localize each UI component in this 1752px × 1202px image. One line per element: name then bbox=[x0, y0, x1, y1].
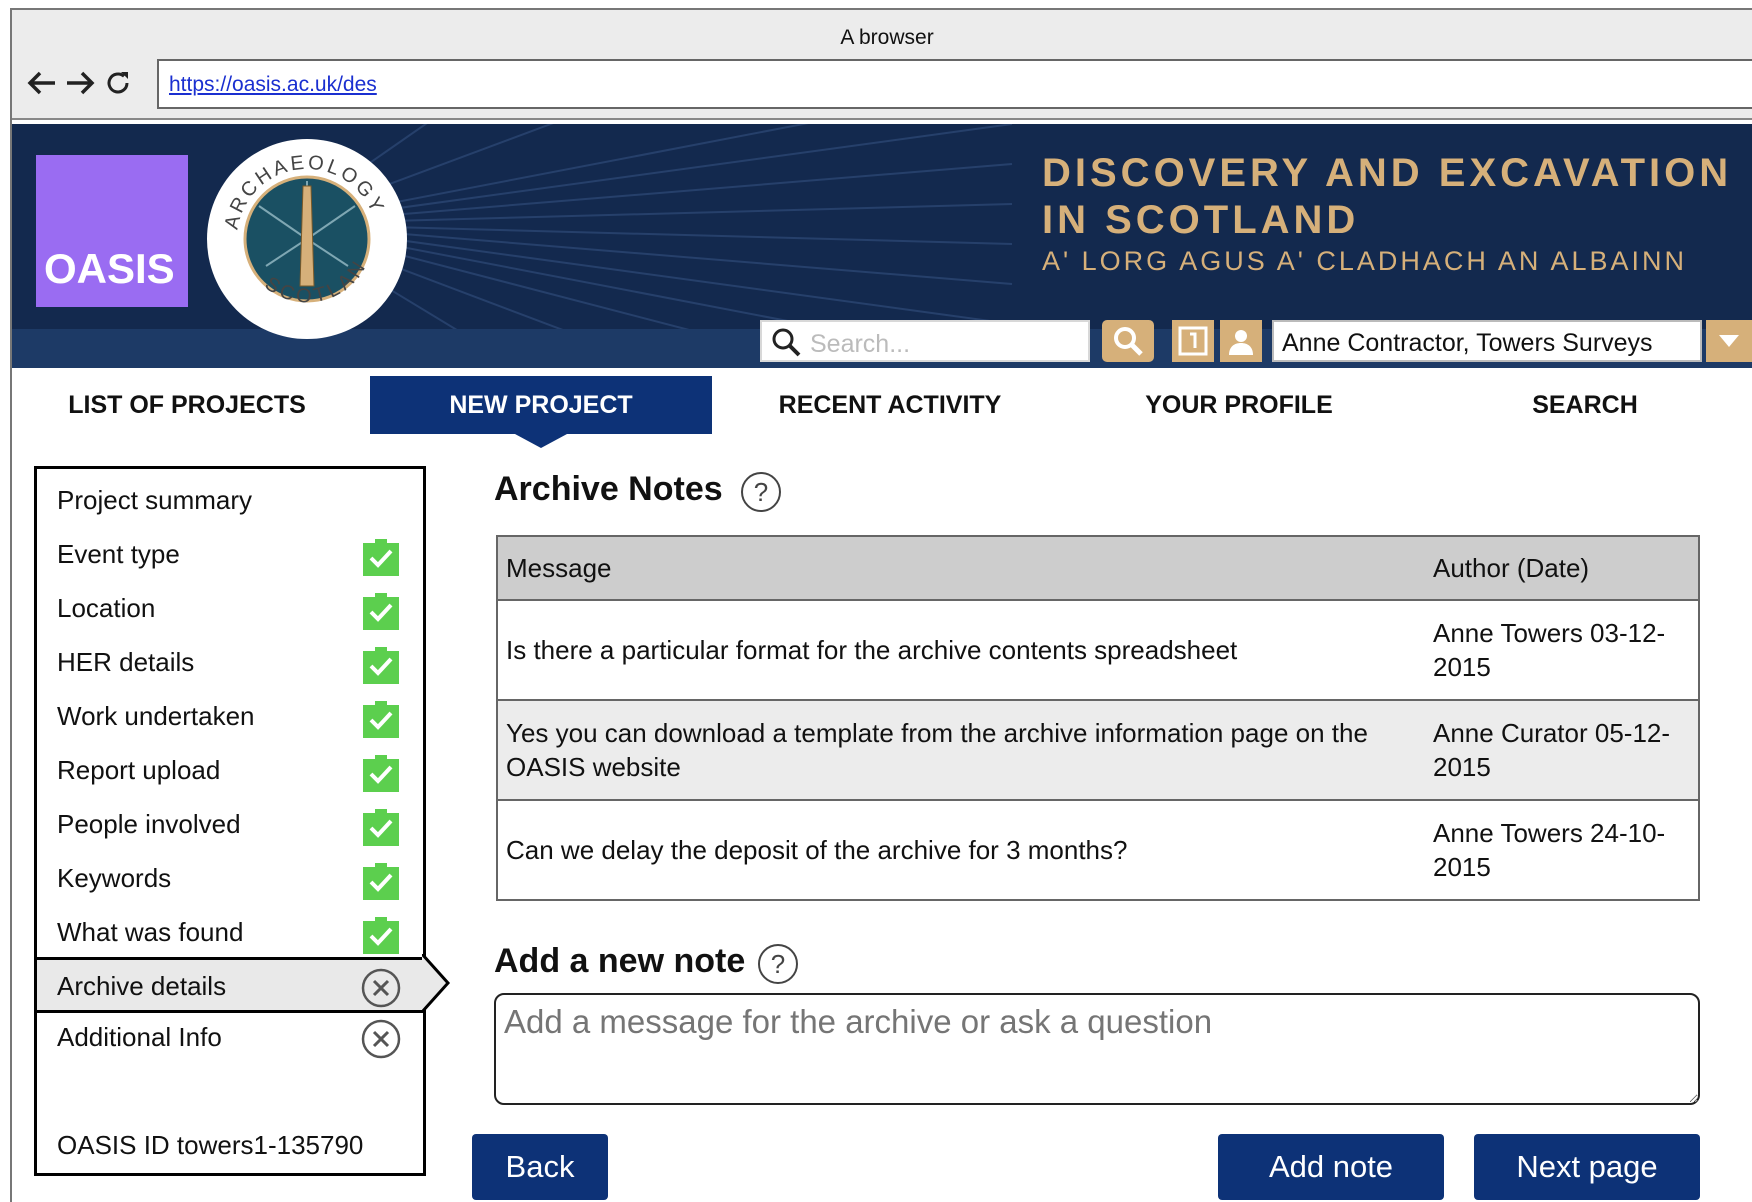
main-tabs: LIST OF PROJECTS NEW PROJECT RECENT ACTI… bbox=[12, 376, 1752, 448]
search-icon bbox=[1114, 327, 1143, 356]
archive-notes-table: Message Author (Date) Is there a particu… bbox=[496, 535, 1700, 901]
search-input[interactable]: Search... bbox=[760, 320, 1090, 362]
tab-list-of-projects[interactable]: LIST OF PROJECTS bbox=[22, 376, 352, 434]
column-header-author: Author (Date) bbox=[1425, 536, 1699, 601]
sidebar-item-label: What was found bbox=[57, 917, 244, 947]
note-author: Anne Towers 03-12-2015 bbox=[1425, 600, 1699, 701]
sidebar-item-event-type[interactable]: Event type bbox=[37, 528, 423, 580]
sidebar-item-keywords[interactable]: Keywords bbox=[37, 852, 423, 904]
user-account-select[interactable]: Anne Contractor, Towers Surveys bbox=[1272, 320, 1702, 362]
banner-title-line2: IN SCOTLAND bbox=[1042, 198, 1360, 242]
sidebar-item-label: HER details bbox=[57, 647, 195, 677]
archive-notes-title: Archive Notes bbox=[494, 470, 723, 508]
tab-search[interactable]: SEARCH bbox=[1418, 376, 1752, 434]
next-page-button[interactable]: Next page bbox=[1474, 1134, 1700, 1200]
incomplete-x-icon bbox=[361, 1019, 401, 1059]
browser-chrome: A browser https://oasis.ac.uk/des bbox=[12, 10, 1752, 120]
sidebar-item-people-involved[interactable]: People involved bbox=[37, 798, 423, 850]
sidebar-item-her-details[interactable]: HER details bbox=[37, 636, 423, 688]
check-complete-icon bbox=[363, 809, 399, 846]
reload-icon[interactable] bbox=[100, 65, 136, 101]
help-icon[interactable]: ? bbox=[758, 944, 798, 984]
check-complete-icon bbox=[363, 701, 399, 738]
tab-recent-activity[interactable]: RECENT ACTIVITY bbox=[722, 376, 1058, 434]
current-step-pointer bbox=[422, 954, 451, 1012]
back-arrow-icon[interactable] bbox=[24, 65, 60, 101]
back-button[interactable]: Back bbox=[472, 1134, 608, 1200]
forward-arrow-icon[interactable] bbox=[62, 65, 98, 101]
sidebar-item-what-was-found[interactable]: What was found bbox=[37, 906, 423, 958]
note-message: Can we delay the deposit of the archive … bbox=[497, 800, 1425, 901]
banner-subtitle: A' LORG AGUS A' CLADHACH AN ALBAINN bbox=[1042, 246, 1687, 276]
table-row: Can we delay the deposit of the archive … bbox=[497, 800, 1699, 901]
oasis-id-label: OASIS ID towers1-135790 bbox=[57, 1130, 364, 1160]
note-author: Anne Towers 24-10-2015 bbox=[1425, 800, 1699, 901]
sidebar-item-label: Event type bbox=[57, 539, 180, 569]
address-bar[interactable]: https://oasis.ac.uk/des bbox=[157, 59, 1752, 109]
sidebar-item-label: Keywords bbox=[57, 863, 172, 893]
add-note-title: Add a new note bbox=[494, 942, 746, 980]
sidebar-item-label: Work undertaken bbox=[57, 701, 255, 731]
sidebar-item-archive-details[interactable]: Archive details bbox=[37, 957, 423, 1013]
sidebar-item-label: Project summary bbox=[57, 485, 253, 515]
sidebar-item-additional-info[interactable]: Additional Info bbox=[37, 1011, 423, 1063]
sidebar-item-label: Report upload bbox=[57, 755, 221, 785]
help-icon[interactable]: ? bbox=[741, 472, 781, 512]
chevron-down-icon[interactable] bbox=[1706, 320, 1752, 362]
user-avatar-icon[interactable] bbox=[1220, 320, 1262, 362]
sidebar-item-label: People involved bbox=[57, 809, 241, 839]
check-complete-icon bbox=[363, 863, 399, 900]
sidebar-item-project-summary[interactable]: Project summary bbox=[37, 474, 423, 526]
archaeology-scotland-seal-icon: ARCHAEOLOGY SCOTLAND bbox=[204, 136, 407, 339]
check-complete-icon bbox=[363, 539, 399, 576]
sidebar-item-label: Location bbox=[57, 593, 156, 623]
oasis-logo[interactable]: OASIS bbox=[36, 155, 188, 307]
sidebar-item-work-undertaken[interactable]: Work undertaken bbox=[37, 690, 423, 742]
search-placeholder: Search... bbox=[810, 330, 911, 358]
tab-new-project[interactable]: NEW PROJECT bbox=[370, 376, 712, 448]
banner-title: DISCOVERY AND EXCAVATION IN SCOTLAND bbox=[1042, 150, 1732, 244]
note-message-input[interactable] bbox=[494, 993, 1700, 1105]
browser-title: A browser bbox=[840, 26, 934, 49]
project-steps-sidebar: Project summary Event type Location HER … bbox=[34, 466, 426, 1176]
check-complete-icon bbox=[363, 917, 399, 954]
incomplete-x-icon bbox=[361, 968, 401, 1008]
table-row: Is there a particular format for the arc… bbox=[497, 600, 1699, 701]
add-note-button[interactable]: Add note bbox=[1218, 1134, 1444, 1200]
search-icon bbox=[772, 328, 801, 357]
table-header-row: Message Author (Date) bbox=[497, 536, 1699, 601]
column-header-message: Message bbox=[497, 536, 1425, 601]
sidebar-item-report-upload[interactable]: Report upload bbox=[37, 744, 423, 796]
check-complete-icon bbox=[363, 647, 399, 684]
note-message: Is there a particular format for the arc… bbox=[497, 600, 1425, 701]
site-banner: OASIS ARCHAEOLOGY SCOTLAND DISCOVERY AND… bbox=[12, 124, 1752, 368]
search-button[interactable] bbox=[1102, 320, 1154, 362]
note-message: Yes you can download a template from the… bbox=[497, 700, 1425, 801]
sidebar-item-label: Additional Info bbox=[57, 1022, 222, 1052]
sidebar-item-label: Archive details bbox=[57, 971, 227, 1001]
tab-your-profile[interactable]: YOUR PROFILE bbox=[1072, 376, 1406, 434]
check-complete-icon bbox=[363, 755, 399, 792]
url-link[interactable]: https://oasis.ac.uk/des bbox=[169, 73, 377, 96]
check-complete-icon bbox=[363, 593, 399, 630]
sidebar-item-location[interactable]: Location bbox=[37, 582, 423, 634]
note-author: Anne Curator 05-12-2015 bbox=[1425, 700, 1699, 801]
banner-title-line1: DISCOVERY AND EXCAVATION bbox=[1042, 151, 1733, 195]
notification-count-icon[interactable] bbox=[1172, 320, 1214, 362]
table-row: Yes you can download a template from the… bbox=[497, 700, 1699, 801]
oasis-logo-text: OASIS bbox=[44, 245, 175, 292]
